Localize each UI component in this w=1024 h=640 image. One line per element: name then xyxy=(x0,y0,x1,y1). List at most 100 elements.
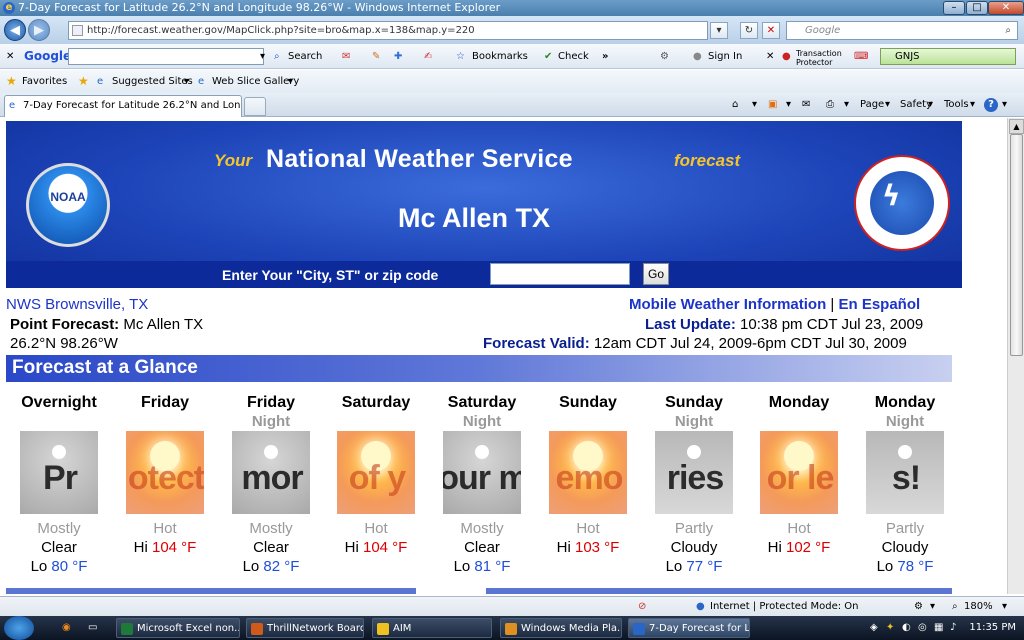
search-input[interactable]: Google ⌕ xyxy=(786,21,1018,40)
suggested-sites-link[interactable]: Suggested Sites xyxy=(112,70,193,93)
print-dropdown-icon[interactable]: ▾ xyxy=(844,95,849,115)
zoom-level[interactable]: 180% xyxy=(964,597,993,617)
period-temp: Hi 102 °F xyxy=(746,538,852,557)
popup-blocker-icon[interactable]: ✉ xyxy=(342,44,350,69)
print-icon[interactable]: ⎙ xyxy=(826,95,834,115)
start-button[interactable] xyxy=(4,616,34,640)
maximize-button[interactable]: □ xyxy=(966,1,988,15)
add-favorite-icon[interactable]: ★ xyxy=(78,70,89,93)
safety-menu-dropdown-icon[interactable]: ▾ xyxy=(928,95,933,115)
taskbar-button[interactable]: Microsoft Excel non... xyxy=(116,618,240,638)
tray-icon-1[interactable]: ◈ xyxy=(870,616,878,640)
link-separator: | xyxy=(830,296,835,313)
more-chevron-icon[interactable]: » xyxy=(602,44,608,69)
network-icon[interactable]: ▦ xyxy=(934,616,943,640)
weather-icon[interactable]: of y xyxy=(337,431,415,514)
office-link[interactable]: NWS Brownsville, TX xyxy=(6,296,148,313)
web-slice-gallery-link[interactable]: Web Slice Gallery xyxy=(212,70,299,93)
sign-in-button[interactable]: Sign In xyxy=(708,44,742,69)
keyboard-icon[interactable]: ⌨ xyxy=(854,44,868,69)
plus-icon[interactable]: ✚ xyxy=(394,44,402,69)
web-slice-dropdown-icon[interactable]: ▾ xyxy=(288,70,293,93)
close-button[interactable]: ✕ xyxy=(988,1,1024,15)
google-search-input[interactable] xyxy=(68,48,264,65)
forecast-glance-title: Forecast at a Glance xyxy=(12,357,198,378)
new-tab-button[interactable] xyxy=(244,97,266,116)
address-input[interactable]: http://forecast.weather.gov/MapClick.php… xyxy=(68,21,708,40)
search-icon[interactable]: ⌕ xyxy=(1005,22,1011,39)
weather-icon[interactable]: Pr xyxy=(20,431,98,514)
tools-menu[interactable]: Tools xyxy=(944,95,969,115)
translate-icon[interactable]: ✍ xyxy=(424,44,432,69)
google-search-button[interactable]: Search xyxy=(288,44,322,69)
gnjs-meter[interactable]: GNJS xyxy=(880,48,1016,65)
weather-icon[interactable]: otect xyxy=(126,431,204,514)
protected-mode-icon[interactable]: ⚙ xyxy=(914,597,923,617)
mobile-weather-link[interactable]: Mobile Weather Information xyxy=(629,296,826,313)
back-button[interactable]: ◀ xyxy=(4,19,26,41)
weather-icon[interactable]: our m xyxy=(443,431,521,514)
page-menu-dropdown-icon[interactable]: ▾ xyxy=(885,95,890,115)
home-icon[interactable]: ⌂ xyxy=(732,95,738,115)
taskbar-button[interactable]: Windows Media Pla... xyxy=(500,618,622,638)
popup-status-icon[interactable]: ⊘ xyxy=(638,597,646,617)
header-links: Mobile Weather Information | En Español xyxy=(629,296,920,313)
refresh-button[interactable]: ↻ xyxy=(740,22,758,39)
bookmarks-button[interactable]: Bookmarks xyxy=(472,44,528,69)
tray-icon-3[interactable]: ◐ xyxy=(902,616,911,640)
zoom-dropdown-icon[interactable]: ▾ xyxy=(1002,597,1007,617)
scroll-up-button[interactable]: ▲ xyxy=(1009,119,1024,134)
taskbar-button[interactable]: ThrillNetwork Board... xyxy=(246,618,364,638)
taskbar-button[interactable]: AIM xyxy=(372,618,492,638)
banner-header: Your National Weather Service forecast M… xyxy=(6,121,962,261)
tab-active[interactable]: e 7-Day Forecast for Latitude 26.2°N and… xyxy=(4,95,242,117)
toolbar-close-icon[interactable]: ✕ xyxy=(6,44,14,69)
page-icon xyxy=(72,25,83,36)
security-zone-text[interactable]: Internet | Protected Mode: On xyxy=(710,597,858,617)
home-dropdown-icon[interactable]: ▾ xyxy=(752,95,757,115)
favorites-button[interactable]: Favorites xyxy=(22,70,67,93)
tools-menu-dropdown-icon[interactable]: ▾ xyxy=(970,95,975,115)
taskbar-app-icon xyxy=(377,623,389,635)
show-desktop-icon[interactable]: ▭ xyxy=(88,616,97,640)
help-dropdown-icon[interactable]: ▾ xyxy=(1002,95,1007,115)
forward-button[interactable]: ▶ xyxy=(28,19,50,41)
taskbar-button[interactable]: 7-Day Forecast for L... xyxy=(628,618,750,638)
address-dropdown-button[interactable]: ▾ xyxy=(710,22,728,39)
nws-logo[interactable]: ϟ xyxy=(854,155,950,251)
volume-icon[interactable]: ♪ xyxy=(950,616,956,640)
period-day: Sunday xyxy=(665,394,723,411)
feeds-dropdown-icon[interactable]: ▾ xyxy=(786,95,791,115)
weather-icon[interactable]: ries xyxy=(655,431,733,514)
weather-icon[interactable]: mor xyxy=(232,431,310,514)
go-button[interactable]: Go xyxy=(643,263,669,285)
tray-aim-icon[interactable]: ✦ xyxy=(886,616,894,640)
tray-icon-4[interactable]: ◎ xyxy=(918,616,927,640)
vertical-scrollbar[interactable]: ▲ xyxy=(1007,118,1024,594)
period-name: Friday Night xyxy=(218,393,324,431)
clock[interactable]: 11:35 PM xyxy=(969,616,1016,640)
city-zip-input[interactable] xyxy=(490,263,630,285)
espanol-link[interactable]: En Español xyxy=(838,296,920,313)
scroll-thumb[interactable] xyxy=(1010,134,1023,356)
settings-wrench-icon[interactable]: ⚙ xyxy=(660,44,669,69)
weather-icon[interactable]: or le xyxy=(760,431,838,514)
taskbar-button-label: 7-Day Forecast for L... xyxy=(649,623,750,634)
wrench-icon[interactable]: ✎ xyxy=(372,44,380,69)
check-button[interactable]: Check xyxy=(558,44,589,69)
suggested-sites-dropdown-icon[interactable]: ▾ xyxy=(184,70,189,93)
protected-mode-dropdown-icon[interactable]: ▾ xyxy=(930,597,935,617)
minimize-button[interactable]: – xyxy=(943,1,965,15)
weather-icon[interactable]: s! xyxy=(866,431,944,514)
noaa-logo[interactable]: NOAA xyxy=(26,163,110,247)
toolbar2-close-icon[interactable]: ✕ xyxy=(766,44,774,69)
firefox-quicklaunch-icon[interactable]: ◉ xyxy=(62,616,71,640)
weather-icon[interactable]: emo xyxy=(549,431,627,514)
page-menu[interactable]: Page xyxy=(860,95,884,115)
help-icon[interactable]: ? xyxy=(984,98,998,112)
tab-row: e 7-Day Forecast for Latitude 26.2°N and… xyxy=(0,93,1024,117)
mail-icon[interactable]: ✉ xyxy=(802,95,810,115)
stop-button[interactable]: ✕ xyxy=(762,22,780,39)
feeds-icon[interactable]: ▣ xyxy=(768,95,777,115)
google-search-dropdown-icon[interactable]: ▾ xyxy=(260,44,265,69)
